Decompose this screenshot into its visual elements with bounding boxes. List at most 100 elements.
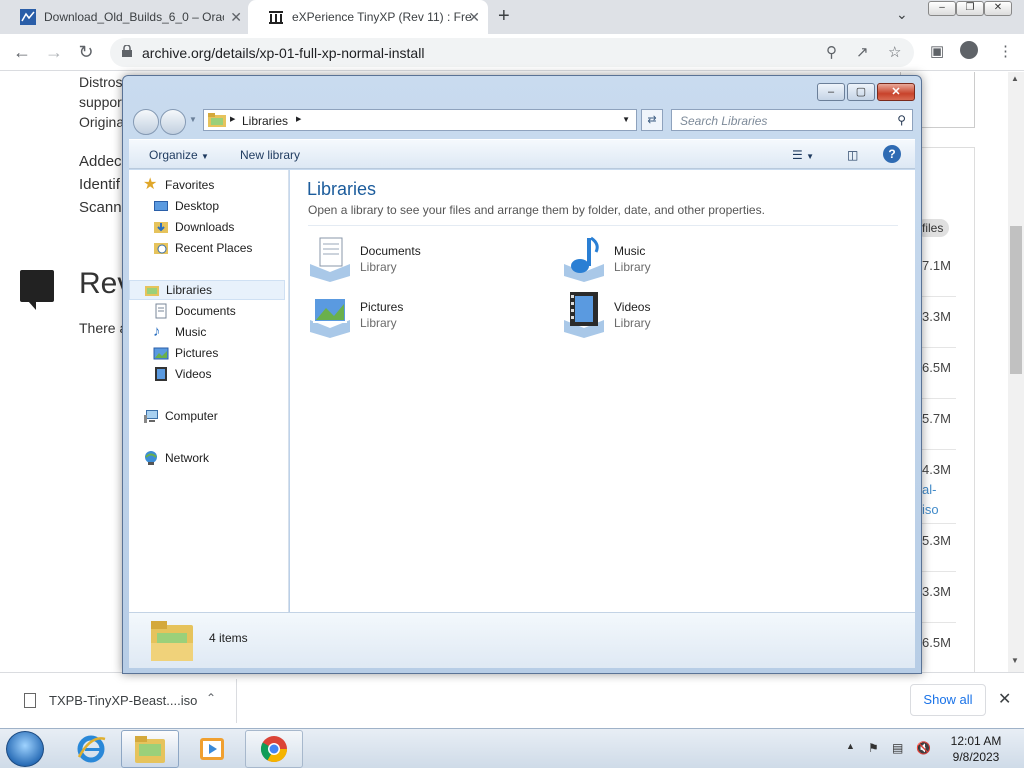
tab-strip: Download_Old_Builds_6_0 – Orac ✕ eXPerie…	[0, 0, 1024, 34]
minimize-button[interactable]: –	[928, 1, 956, 16]
maximize-button[interactable]: ❐	[956, 1, 984, 16]
nav-music[interactable]: ♪ Music	[129, 322, 287, 342]
network-icon	[145, 451, 157, 465]
taskbar-media-player[interactable]	[183, 730, 241, 768]
nav-computer[interactable]: Computer	[129, 406, 287, 426]
library-videos[interactable]: Videos Library	[560, 290, 800, 340]
library-documents[interactable]: Documents Library	[306, 234, 546, 284]
back-arrow-icon[interactable]: ←	[10, 40, 34, 64]
chevron-down-icon: ▼	[201, 152, 209, 161]
bookmark-star-icon[interactable]: ☆	[888, 43, 901, 61]
search-icon[interactable]: ⚲	[897, 113, 906, 127]
library-type: Library	[360, 316, 397, 330]
preview-pane-icon[interactable]: ◫	[847, 148, 858, 162]
taskbar-chrome[interactable]	[245, 730, 303, 768]
maximize-button[interactable]: ▢	[847, 83, 875, 101]
tab-search-chevron-icon[interactable]: ⌄	[896, 6, 908, 23]
organize-button[interactable]: Organize ▼	[149, 148, 209, 162]
new-tab-button[interactable]: +	[498, 5, 510, 28]
profile-avatar-icon[interactable]	[960, 41, 978, 59]
page-title: Libraries	[307, 179, 377, 199]
view-options-icon[interactable]: ☰ ▼	[792, 148, 814, 162]
tab-archive[interactable]: eXPerience TinyXP (Rev 11) : Free ✕	[248, 0, 488, 34]
show-hidden-icons-chevron-icon[interactable]: ▲	[846, 741, 855, 751]
taskbar-windows-explorer[interactable]	[121, 730, 179, 768]
text-line: Scann	[79, 199, 122, 216]
divider	[236, 679, 237, 723]
nav-favorites[interactable]: ★ Favorites	[129, 175, 287, 195]
refresh-icon[interactable]: ⇄	[641, 109, 663, 131]
address-bar[interactable]: ▶ Libraries ▶ ▼	[203, 109, 637, 131]
library-pictures[interactable]: Pictures Library	[306, 290, 546, 340]
navigation-row: ▼ ▶ Libraries ▶ ▼ ⇄ Search Libraries ⚲	[123, 106, 923, 136]
details-pane: 4 items	[129, 612, 915, 668]
address-bar[interactable]: archive.org/details/xp-01-full-xp-normal…	[110, 38, 914, 67]
close-icon[interactable]: ✕	[468, 9, 480, 26]
share-icon[interactable]: ↗	[856, 43, 869, 61]
nav-network[interactable]: Network	[129, 448, 287, 468]
volume-muted-icon[interactable]: 🔇	[916, 741, 931, 755]
close-icon[interactable]: ✕	[998, 689, 1011, 709]
menu-kebab-icon[interactable]: ⋮	[998, 42, 1013, 60]
close-icon[interactable]: ✕	[230, 9, 242, 26]
minimize-button[interactable]: –	[817, 83, 845, 101]
network-tray-icon[interactable]: ▤	[892, 741, 903, 755]
navigation-pane: ★ Favorites Desktop Downloads Recent Pla…	[129, 170, 289, 612]
file-icon	[24, 693, 36, 708]
nav-label: Desktop	[175, 199, 220, 213]
nav-label: Music	[175, 325, 207, 339]
breadcrumb-libraries[interactable]: Libraries	[242, 114, 288, 128]
scrollbar-thumb[interactable]	[1010, 226, 1022, 374]
forward-arrow-icon[interactable]: →	[42, 40, 66, 64]
nav-documents[interactable]: Documents	[129, 301, 287, 321]
scroll-down-icon[interactable]: ▼	[1011, 656, 1019, 665]
search-icon[interactable]: ⚲	[826, 43, 837, 61]
show-all-button[interactable]: Show all	[910, 684, 986, 716]
chrome-icon	[260, 736, 288, 763]
reviews-text: There a	[79, 320, 128, 336]
music-note-icon: ♪	[153, 323, 161, 340]
library-music[interactable]: Music Library	[560, 234, 800, 284]
nav-videos[interactable]: Videos	[129, 364, 287, 384]
nav-pictures[interactable]: Pictures	[129, 343, 287, 363]
description-paragraph: Distros suppor Origina	[79, 72, 124, 132]
pictures-library-icon	[310, 297, 350, 338]
back-arrow-icon[interactable]	[133, 109, 159, 135]
reload-icon[interactable]: ↻	[74, 40, 98, 64]
file-link[interactable]: al-	[922, 482, 936, 497]
nav-desktop[interactable]: Desktop	[129, 196, 287, 216]
divider	[918, 523, 956, 524]
nav-libraries[interactable]: Libraries	[129, 280, 285, 300]
desktop-icon	[154, 201, 168, 211]
address-dropdown-icon[interactable]: ▼	[622, 115, 630, 124]
media-player-icon	[200, 738, 224, 760]
file-link[interactable]: iso	[922, 502, 939, 517]
library-type: Library	[614, 316, 651, 330]
taskbar-internet-explorer[interactable]	[62, 730, 120, 768]
chevron-up-icon[interactable]: ⌃	[206, 691, 216, 705]
side-panel-icon[interactable]: ▣	[930, 42, 944, 60]
breadcrumb-arrow-icon[interactable]: ▶	[296, 115, 301, 123]
download-filename[interactable]: TXPB-TinyXP-Beast....iso	[49, 693, 197, 708]
forward-arrow-icon[interactable]	[160, 109, 186, 135]
description-paragraph: Addec Identif Scann	[79, 150, 122, 219]
explorer-folder-icon	[135, 736, 165, 763]
scroll-up-icon[interactable]: ▲	[1011, 74, 1019, 83]
start-orb-icon[interactable]	[6, 731, 44, 767]
new-library-button[interactable]: New library	[240, 148, 300, 162]
nav-downloads[interactable]: Downloads	[129, 217, 287, 237]
videos-library-icon	[564, 292, 604, 338]
recent-pages-chevron-icon[interactable]: ▼	[189, 115, 197, 124]
action-center-flag-icon[interactable]: ⚑	[868, 741, 879, 755]
system-clock[interactable]: 12:01 AM 9/8/2023	[936, 733, 1016, 765]
library-name: Documents	[360, 244, 421, 258]
nav-recent-places[interactable]: Recent Places	[129, 238, 287, 258]
close-button[interactable]: ✕	[984, 1, 1012, 16]
search-input[interactable]: Search Libraries ⚲	[671, 109, 913, 131]
tab-oracle[interactable]: Download_Old_Builds_6_0 – Orac ✕	[0, 0, 250, 34]
help-icon[interactable]: ?	[883, 145, 901, 163]
breadcrumb-arrow-icon[interactable]: ▶	[230, 115, 235, 123]
close-button[interactable]: ✕	[877, 83, 915, 101]
pictures-icon	[153, 347, 169, 360]
nav-label: Computer	[165, 409, 218, 423]
